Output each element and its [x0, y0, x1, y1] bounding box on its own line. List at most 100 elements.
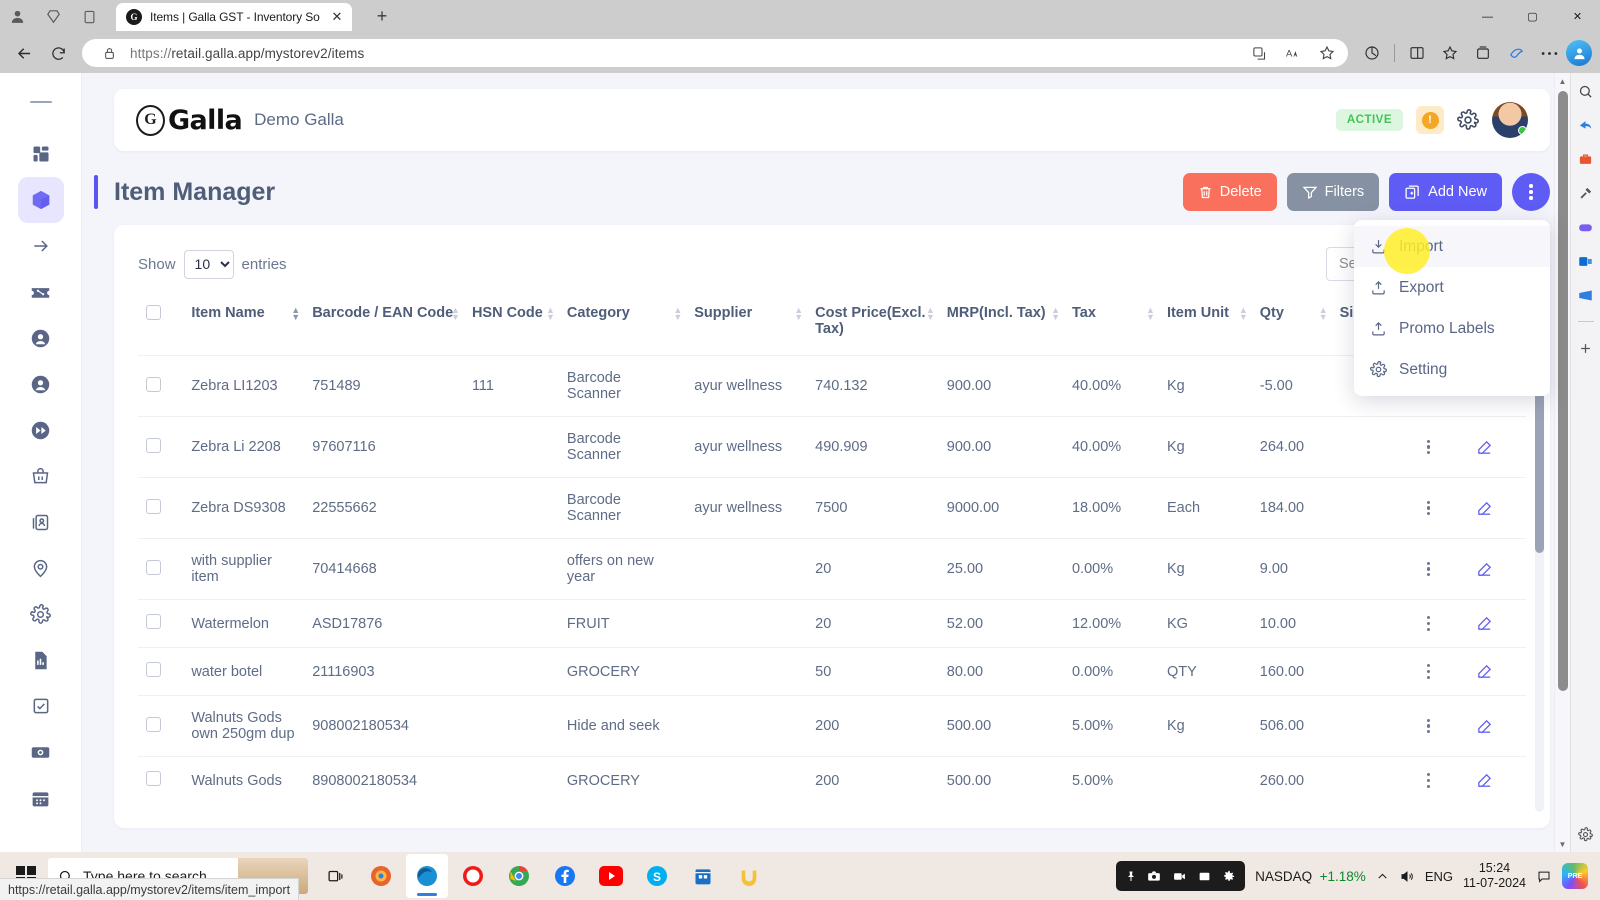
edit-icon[interactable] [1476, 615, 1518, 632]
page-scrollbar-thumb[interactable] [1558, 91, 1568, 691]
sidebar-item-sales[interactable] [18, 453, 64, 499]
warning-button[interactable]: ! [1416, 106, 1444, 134]
col-mrp[interactable]: MRP(Incl. Tax) ▲ ▼ [939, 295, 1064, 356]
table-row[interactable]: with supplier item 70414668 offers on ne… [138, 538, 1526, 600]
sidebar-collapse-handle[interactable] [29, 101, 52, 103]
extensions-icon[interactable] [1356, 37, 1388, 69]
skype-icon[interactable]: S [636, 854, 678, 898]
open-in-app-icon[interactable] [1246, 40, 1272, 66]
sidebar-settings-icon[interactable] [1576, 824, 1596, 844]
language-indicator[interactable]: ENG [1425, 869, 1453, 884]
row-checkbox[interactable] [146, 437, 161, 453]
edit-icon[interactable] [1476, 500, 1518, 517]
favorites-icon[interactable] [1434, 37, 1466, 69]
gear-icon[interactable] [1457, 109, 1479, 131]
sort-icon[interactable]: ▲ ▼ [926, 306, 935, 322]
row-kebab-icon[interactable] [1398, 616, 1460, 631]
youtube-icon[interactable] [590, 854, 632, 898]
split-screen-icon[interactable] [1401, 37, 1433, 69]
avatar[interactable] [1566, 40, 1592, 66]
office-icon[interactable] [1576, 285, 1596, 305]
copilot-icon[interactable]: PRE [1562, 863, 1588, 889]
menu-item-import[interactable]: Import [1354, 226, 1550, 267]
user-avatar[interactable] [1492, 102, 1528, 138]
delete-button[interactable]: Delete [1182, 173, 1277, 211]
menu-item-promo-labels[interactable]: Promo Labels [1354, 308, 1550, 349]
sidebar-item-calendar[interactable] [18, 775, 64, 821]
more-actions-button[interactable] [1512, 173, 1550, 211]
edge-icon[interactable] [406, 854, 448, 898]
outlook-icon[interactable] [1576, 251, 1596, 271]
table-row[interactable]: Zebra Li 2208 97607116 Barcode Scanner a… [138, 416, 1526, 478]
browser-tab[interactable]: G Items | Galla GST - Inventory Soft ✕ [116, 2, 352, 31]
table-row[interactable]: Walnuts Gods 8908002180534 GROCERY 200 5… [138, 756, 1526, 804]
add-sidebar-icon[interactable] [1576, 338, 1596, 358]
sidebar-item-settings[interactable] [18, 591, 64, 637]
edit-icon[interactable] [1476, 718, 1518, 735]
sidebar-item-forward[interactable] [18, 407, 64, 453]
stock-ticker[interactable]: NASDAQ +1.18% [1255, 869, 1366, 884]
sort-icon[interactable]: ▲ ▼ [451, 306, 460, 322]
chrome-icon[interactable] [498, 854, 540, 898]
page-scrollbar[interactable]: ▲ ▼ [1554, 73, 1570, 852]
row-checkbox[interactable] [146, 614, 161, 629]
sort-icon[interactable]: ▲ ▼ [794, 306, 803, 322]
show-hidden-icons[interactable] [1376, 870, 1389, 883]
entries-select[interactable]: 10 [183, 249, 234, 279]
col-supplier[interactable]: Supplier ▲ ▼ [686, 295, 807, 356]
row-kebab-icon[interactable] [1398, 561, 1460, 577]
menu-item-setting[interactable]: Setting [1354, 349, 1550, 390]
add-new-button[interactable]: Add New [1389, 173, 1502, 211]
row-kebab-icon[interactable] [1398, 773, 1460, 788]
firefox-icon[interactable] [360, 854, 402, 898]
table-row[interactable]: Zebra DS9308 22555662 Barcode Scanner ay… [138, 477, 1526, 539]
maximize-button[interactable]: ▢ [1510, 0, 1555, 33]
shopping-icon[interactable] [1576, 149, 1596, 169]
table-row[interactable]: water botel 21116903 GROCERY 50 80.00 0.… [138, 647, 1526, 696]
table-row[interactable]: Walnuts Gods own 250gm dup 908002180534 … [138, 695, 1526, 757]
sort-icon[interactable]: ▲ ▼ [546, 306, 555, 322]
sidebar-item-dashboard[interactable] [18, 131, 64, 177]
sidebar-item-discount[interactable] [18, 269, 64, 315]
task-view-icon[interactable] [314, 854, 356, 898]
filters-button[interactable]: Filters [1286, 173, 1380, 211]
sidebar-item-items[interactable] [17, 177, 64, 223]
back-icon[interactable] [8, 37, 40, 69]
table-scrollbar[interactable] [1535, 343, 1544, 812]
row-kebab-icon[interactable] [1398, 439, 1460, 455]
row-kebab-icon[interactable] [1398, 500, 1460, 516]
settings-more-icon[interactable] [1533, 37, 1565, 69]
minimize-button[interactable]: — [1465, 0, 1510, 33]
volume-icon[interactable] [1399, 869, 1415, 884]
row-checkbox[interactable] [146, 376, 161, 392]
col-category[interactable]: Category ▲ ▼ [559, 295, 686, 356]
tab-collections-icon[interactable] [40, 4, 66, 30]
sort-icon[interactable]: ▲ ▼ [673, 306, 682, 322]
scroll-up-arrow[interactable]: ▲ [1555, 73, 1570, 89]
tools-icon[interactable] [1576, 183, 1596, 203]
col-tax[interactable]: Tax ▲ ▼ [1064, 295, 1159, 356]
search-icon[interactable] [1576, 81, 1596, 101]
table-row[interactable]: Zebra LI1203 751489 111 Barcode Scanner … [138, 355, 1526, 417]
edit-icon[interactable] [1476, 772, 1518, 789]
new-tab-button[interactable]: + [368, 2, 396, 30]
row-kebab-icon[interactable] [1398, 664, 1460, 679]
scroll-down-arrow[interactable]: ▼ [1555, 836, 1570, 852]
col-item-name[interactable]: Item Name ▲ ▼ [183, 295, 304, 356]
menu-item-export[interactable]: Export [1354, 267, 1550, 308]
row-checkbox[interactable] [146, 771, 161, 786]
col-item-unit[interactable]: Item Unit ▲ ▼ [1159, 295, 1252, 356]
sort-icon[interactable]: ▲ ▼ [1319, 306, 1328, 322]
recording-toolbar[interactable] [1116, 861, 1246, 891]
row-checkbox[interactable] [146, 498, 161, 514]
edit-icon[interactable] [1476, 663, 1518, 680]
window-close-button[interactable]: ✕ [1555, 0, 1600, 33]
sort-icon[interactable]: ▲ ▼ [291, 306, 300, 322]
row-checkbox[interactable] [146, 559, 161, 575]
sidebar-item-contacts[interactable] [18, 499, 64, 545]
discover-icon[interactable] [1576, 115, 1596, 135]
sidebar-item-locations[interactable] [18, 545, 64, 591]
row-checkbox[interactable] [146, 716, 161, 732]
col-qty[interactable]: Qty ▲ ▼ [1252, 295, 1332, 356]
sidebar-item-cash[interactable] [18, 729, 64, 775]
